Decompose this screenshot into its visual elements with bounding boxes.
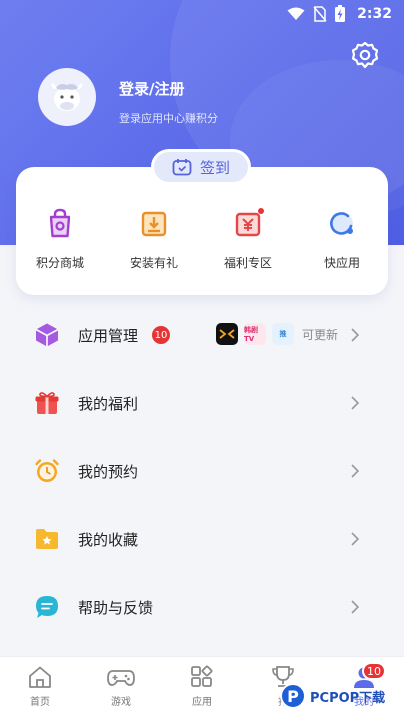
watermark: P PCPOP下载 <box>280 683 385 709</box>
app-thumbnail-icon: 推 <box>272 323 294 345</box>
avatar[interactable] <box>38 68 96 126</box>
login-register-link[interactable]: 登录/注册 <box>119 78 184 99</box>
wifi-icon <box>287 7 305 20</box>
checkin-button[interactable]: 签到 <box>151 149 251 185</box>
menu-item-help-feedback[interactable]: 帮助与反馈 <box>0 574 404 640</box>
app-thumbnail-icon <box>216 323 238 345</box>
quick-action-label: 快应用 <box>323 256 360 270</box>
chevron-right-icon <box>351 464 360 478</box>
menu-item-app-management[interactable]: 应用管理 10 韩剧TV 推 可更新 <box>0 302 404 368</box>
quick-app-icon <box>330 212 353 235</box>
chat-bubble-icon <box>36 596 58 618</box>
gift-icon <box>35 392 59 414</box>
watermark-logo: P <box>280 683 306 709</box>
quick-action-label: 福利专区 <box>223 256 272 270</box>
menu-item-label: 我的收藏 <box>78 530 139 549</box>
menu-item-label: 我的福利 <box>78 394 139 413</box>
status-bar: 2:32 <box>0 0 404 28</box>
tab-label: 游戏 <box>111 697 131 708</box>
star-folder-icon <box>36 529 58 549</box>
quick-action-welfare-zone[interactable]: 福利专区 <box>208 206 288 271</box>
no-sim-icon <box>313 5 327 22</box>
menu-item-label: 应用管理 <box>78 326 139 345</box>
tab-games[interactable]: 游戏 <box>97 665 145 708</box>
tab-home[interactable]: 首页 <box>16 665 64 708</box>
menu-item-my-favorites[interactable]: 我的收藏 <box>0 506 404 572</box>
menu-item-label: 我的预约 <box>78 462 139 481</box>
update-app-thumbnails: 韩剧TV 推 <box>216 323 294 345</box>
quick-action-label: 积分商城 <box>35 256 84 270</box>
welfare-icon <box>235 208 264 237</box>
watermark-text: PCPOP下载 <box>310 690 386 706</box>
quick-action-install-gift[interactable]: 安装有礼 <box>114 206 194 271</box>
battery-charging-icon <box>335 5 346 22</box>
quick-action-quick-app[interactable]: 快应用 <box>302 206 382 271</box>
app-thumbnail-icon: 韩剧TV <box>244 323 266 345</box>
tab-me-badge: 10 <box>362 662 386 680</box>
settings-gear-icon[interactable] <box>350 40 380 70</box>
tab-apps[interactable]: 应用 <box>178 665 226 708</box>
checkin-label: 签到 <box>199 158 230 177</box>
alarm-clock-icon <box>35 459 59 482</box>
tab-label: 首页 <box>30 697 50 708</box>
login-subtitle: 登录应用中心赚积分 <box>119 112 218 125</box>
chevron-right-icon <box>351 328 360 342</box>
calendar-icon <box>172 159 192 176</box>
cube-icon <box>35 323 59 347</box>
chevron-right-icon <box>351 396 360 410</box>
install-box-icon <box>141 211 167 237</box>
menu-item-label: 帮助与反馈 <box>78 598 154 617</box>
status-time: 2:32 <box>357 5 392 22</box>
menu-item-my-reservations[interactable]: 我的预约 <box>0 438 404 504</box>
menu-item-my-welfare[interactable]: 我的福利 <box>0 370 404 436</box>
chevron-right-icon <box>351 600 360 614</box>
update-available-text: 可更新 <box>302 328 339 342</box>
shopping-bag-icon <box>49 208 71 238</box>
update-count-badge: 10 <box>152 326 170 344</box>
quick-action-label: 安装有礼 <box>129 256 178 270</box>
tab-label: 应用 <box>192 697 212 708</box>
quick-action-points-mall[interactable]: 积分商城 <box>20 206 100 271</box>
home-icon <box>29 666 51 688</box>
cow-avatar-icon <box>51 83 83 111</box>
gamepad-icon <box>107 670 135 686</box>
chevron-right-icon <box>351 532 360 546</box>
apps-grid-icon <box>191 665 213 687</box>
